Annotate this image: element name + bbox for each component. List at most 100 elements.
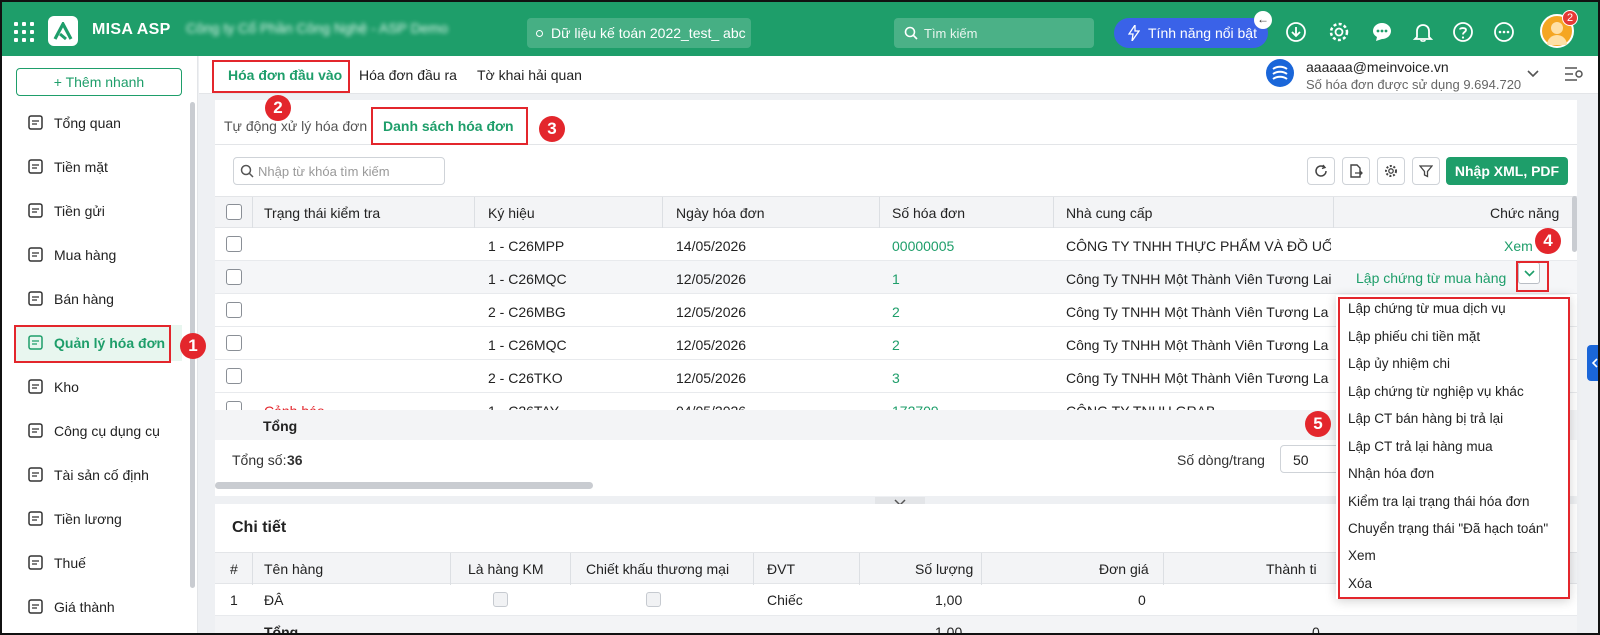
supplier-cell: Công Ty TNHH Một Thành Viên Tương La — [1066, 337, 1329, 353]
highlight-box-5 — [1338, 297, 1570, 599]
list-search-input[interactable]: Nhập từ khóa tìm kiếm — [233, 157, 445, 185]
sidebar-item-purchase[interactable]: Mua hàng — [14, 237, 182, 273]
symbol-cell: 1 - C26MQC — [488, 271, 567, 287]
tab-customs-declaration[interactable]: Tờ khai hải quan — [477, 67, 582, 83]
view-link[interactable]: Xem — [1504, 238, 1533, 254]
invoice-number-link[interactable]: 1 — [892, 271, 900, 287]
tax-icon — [28, 555, 43, 570]
sidebar-item-label: Kho — [54, 379, 79, 395]
column-settings-button[interactable] — [1377, 157, 1405, 185]
cost-icon — [28, 599, 43, 614]
sidebar-item-tools[interactable]: Công cụ dụng cụ — [14, 413, 182, 449]
sidebar-item-fixed-assets[interactable]: Tài sản cố định — [14, 457, 182, 493]
detail-unit: Chiếc — [767, 592, 803, 608]
avatar[interactable]: 2 — [1540, 10, 1578, 48]
arrow-left-icon[interactable]: ← — [1254, 11, 1272, 29]
row-checkbox[interactable] — [226, 335, 242, 351]
supplier-cell: Công Ty TNHH Một Thành Viên Tương La — [1066, 304, 1329, 320]
col-index: # — [230, 561, 238, 577]
col-date[interactable]: Ngày hóa đơn — [676, 205, 765, 221]
refresh-icon — [1315, 164, 1327, 177]
col-number[interactable]: Số hóa đơn — [892, 205, 965, 221]
sidebar-item-sales[interactable]: Bán hàng — [14, 281, 182, 317]
warehouse-icon — [28, 379, 43, 394]
page-size-select[interactable]: 50 — [1280, 445, 1340, 473]
more-icon[interactable] — [1493, 21, 1515, 43]
cart-icon — [28, 291, 43, 306]
chevron-left-icon — [1591, 358, 1598, 368]
sidebar-item-label: Tài sản cố định — [54, 467, 149, 483]
col-promo: Là hàng KM — [468, 561, 544, 577]
invoice-number-link[interactable]: 3 — [892, 370, 900, 386]
database-dot-icon — [536, 30, 543, 37]
help-icon[interactable] — [1452, 21, 1474, 43]
sidebar-item-bank-deposit[interactable]: Tiền gửi — [14, 193, 182, 229]
symbol-cell: 2 - C26MBG — [488, 304, 566, 320]
step-marker-2: 2 — [265, 95, 291, 121]
sidebar-item-overview[interactable]: Tổng quan — [14, 105, 182, 141]
row-checkbox[interactable] — [226, 269, 242, 285]
database-selector[interactable]: Dữ liệu kế toán 2022_test_ abc — [527, 18, 751, 48]
col-supplier[interactable]: Nhà cung cấp — [1066, 205, 1152, 221]
table-row[interactable]: 1 - C26MPP 14/05/2026 00000005 CÔNG TY TNHH… — [215, 228, 1577, 261]
create-purchase-voucher-link[interactable]: Lập chứng từ mua hàng — [1356, 270, 1506, 286]
detail-index: 1 — [230, 592, 238, 608]
search-icon — [904, 26, 918, 40]
sidebar-item-tax[interactable]: Thuế — [14, 545, 182, 581]
row-checkbox[interactable] — [226, 302, 242, 318]
featured-button[interactable]: Tính năng nổi bật ← — [1114, 11, 1272, 48]
sidebar-item-salary[interactable]: Tiền lương — [14, 501, 182, 537]
invoice-number-link[interactable]: 2 — [892, 337, 900, 353]
row-checkbox[interactable] — [226, 236, 242, 252]
sidebar-item-warehouse[interactable]: Kho — [14, 369, 182, 405]
vertical-scrollbar[interactable] — [1572, 196, 1577, 252]
sidebar-item-label: Tiền lương — [54, 511, 122, 527]
horizontal-scrollbar[interactable] — [215, 482, 593, 489]
sidebar-item-label: Công cụ dụng cụ — [54, 423, 160, 439]
app-name: MISA ASP — [92, 21, 171, 38]
featured-button-label: Tính năng nổi bật — [1148, 25, 1257, 41]
col-status[interactable]: Trạng thái kiểm tra — [264, 205, 380, 221]
highlight-box-4 — [1516, 261, 1549, 292]
sidebar-item-label: Bán hàng — [54, 291, 114, 307]
salary-icon — [28, 511, 43, 526]
bell-icon[interactable] — [1412, 21, 1434, 43]
date-cell: 12/05/2026 — [676, 304, 747, 320]
col-quantity: Số lượng — [915, 561, 974, 577]
import-xml-pdf-button[interactable]: Nhập XML, PDF — [1446, 157, 1568, 185]
detail-quantity: 1,00 — [935, 592, 963, 608]
step-marker-5: 5 — [1305, 411, 1331, 437]
filter-button[interactable] — [1412, 157, 1440, 185]
step-marker-3: 3 — [539, 116, 565, 142]
highlight-box-1 — [14, 325, 171, 363]
sidebar-item-costing[interactable]: Giá thành — [14, 589, 182, 625]
account-email: aaaaaa@meinvoice.vn — [1306, 59, 1449, 75]
filter-icon — [1419, 165, 1433, 178]
refresh-button[interactable] — [1307, 157, 1335, 185]
col-symbol[interactable]: Ký hiệu — [488, 205, 535, 221]
app-grid-icon[interactable] — [14, 22, 34, 42]
bank-icon — [28, 203, 43, 218]
download-icon[interactable] — [1285, 21, 1307, 43]
gear-icon[interactable] — [1328, 21, 1350, 43]
symbol-cell: 2 - C26TKO — [488, 370, 563, 386]
detail-total-label: Tổng — [264, 624, 299, 635]
export-button[interactable] — [1342, 157, 1370, 185]
invoice-number-link[interactable]: 2 — [892, 304, 900, 320]
quick-add-button[interactable]: + Thêm nhanh — [16, 68, 182, 96]
highlight-box-2 — [212, 60, 350, 93]
page-size-label: Số dòng/trang — [1177, 452, 1265, 468]
date-cell: 12/05/2026 — [676, 370, 747, 386]
detail-unit-price: 0 — [1138, 592, 1146, 608]
select-all-checkbox[interactable] — [226, 204, 242, 220]
tab-output-invoices[interactable]: Hóa đơn đầu ra — [359, 67, 457, 83]
chevron-down-icon[interactable] — [1527, 70, 1539, 78]
right-panel-toggle[interactable] — [1587, 345, 1598, 381]
tab-auto-process[interactable]: Tự động xử lý hóa đơn — [224, 118, 367, 134]
global-search-input[interactable]: Tìm kiếm — [894, 18, 1094, 48]
row-checkbox[interactable] — [226, 368, 242, 384]
settings-sliders-icon[interactable] — [1564, 65, 1584, 83]
sidebar-item-cash[interactable]: Tiền mặt — [14, 149, 182, 185]
chat-icon[interactable] — [1371, 21, 1393, 43]
invoice-number-link[interactable]: 00000005 — [892, 238, 954, 254]
